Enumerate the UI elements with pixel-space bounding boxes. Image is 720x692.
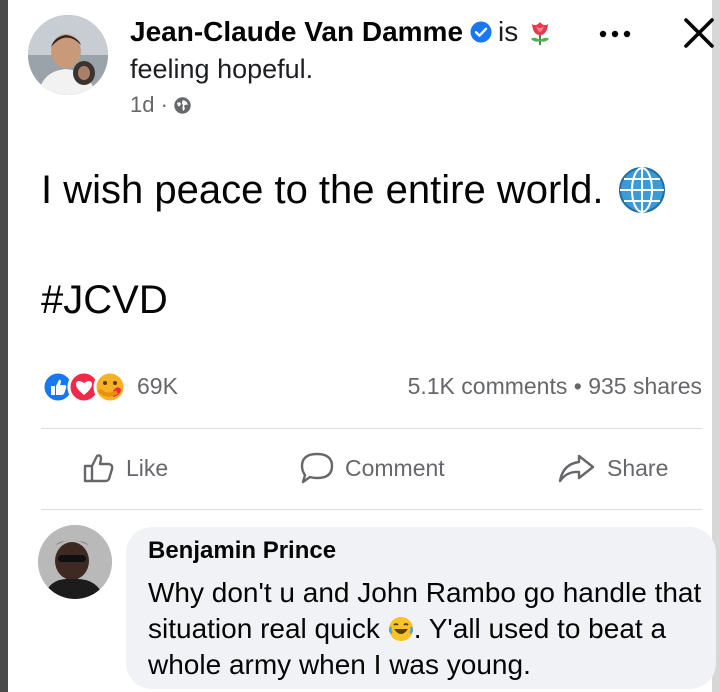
feeling-text: feeling hopeful.: [130, 54, 314, 84]
close-icon[interactable]: [680, 14, 718, 52]
post-text: I wish peace to the entire world.: [41, 167, 604, 212]
comment-bubble[interactable]: Benjamin Prince Why don't u and John Ram…: [126, 527, 716, 689]
globe-icon: [174, 96, 191, 114]
post-time[interactable]: 1d ·: [130, 92, 168, 118]
divider-bottom: [41, 509, 702, 510]
comment-label: Comment: [345, 454, 445, 481]
post-header-line: Jean-Claude Van Damme is: [130, 14, 554, 50]
more-dots-icon[interactable]: [592, 22, 638, 46]
verified-icon: [470, 21, 492, 43]
laughing-emoji-icon: [388, 617, 413, 641]
post-meta: 1d ·: [130, 92, 191, 118]
comment-text: Why don't u and John Rambo go handle tha…: [148, 575, 708, 683]
comment-button[interactable]: Comment: [299, 448, 445, 488]
reactions-summary[interactable]: 69K: [41, 370, 178, 404]
reaction-icons: [41, 370, 141, 404]
post-card: Jean-Claude Van Damme is feeling hopeful…: [8, 0, 716, 692]
share-icon: [558, 454, 595, 483]
post-stats[interactable]: 5.1K comments • 935 shares: [408, 373, 702, 400]
commenter-avatar[interactable]: [38, 525, 112, 599]
commenter-name[interactable]: Benjamin Prince: [148, 537, 336, 565]
post-body: I wish peace to the entire world.: [41, 166, 666, 214]
share-label: Share: [607, 454, 669, 481]
like-label: Like: [126, 454, 169, 481]
feeling-prefix: is: [498, 16, 519, 47]
thumbs-up-icon: [83, 454, 114, 483]
flower-emoji-icon: [531, 22, 550, 45]
reaction-count: 69K: [137, 372, 178, 399]
author-avatar[interactable]: [28, 15, 108, 95]
author-name[interactable]: Jean-Claude Van Damme: [130, 16, 463, 48]
divider-top: [41, 428, 702, 429]
left-border: [0, 0, 8, 692]
globe-emoji-icon: [618, 167, 665, 213]
hashtag-link[interactable]: #JCVD: [41, 278, 168, 323]
share-button[interactable]: Share: [557, 448, 668, 488]
care-reaction-icon: [93, 370, 127, 404]
comment-icon: [300, 452, 334, 484]
like-button[interactable]: Like: [82, 448, 168, 488]
